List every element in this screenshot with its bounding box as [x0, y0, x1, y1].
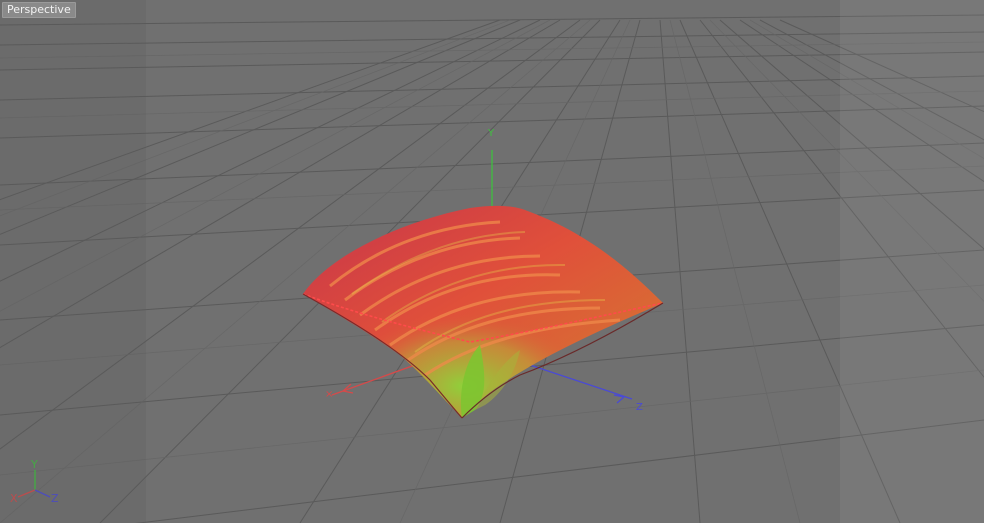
corner-axis-z-label: Z [51, 492, 59, 505]
orientation-axes: Y X Z [10, 458, 59, 505]
gizmo-z-label: Z [636, 402, 643, 413]
gizmo-z-arrow [613, 394, 625, 404]
viewport-scene[interactable]: × Z Y Y X Z [0, 0, 984, 523]
gizmo-y-label: Y [487, 128, 495, 139]
corner-axis-y-label: Y [30, 458, 38, 471]
viewport-view-label[interactable]: Perspective [2, 2, 76, 18]
perspective-viewport[interactable]: × Z Y Y X Z Perspective [0, 0, 984, 523]
gizmo-x-label: × [325, 389, 333, 400]
corner-axis-x-label: X [10, 492, 18, 505]
